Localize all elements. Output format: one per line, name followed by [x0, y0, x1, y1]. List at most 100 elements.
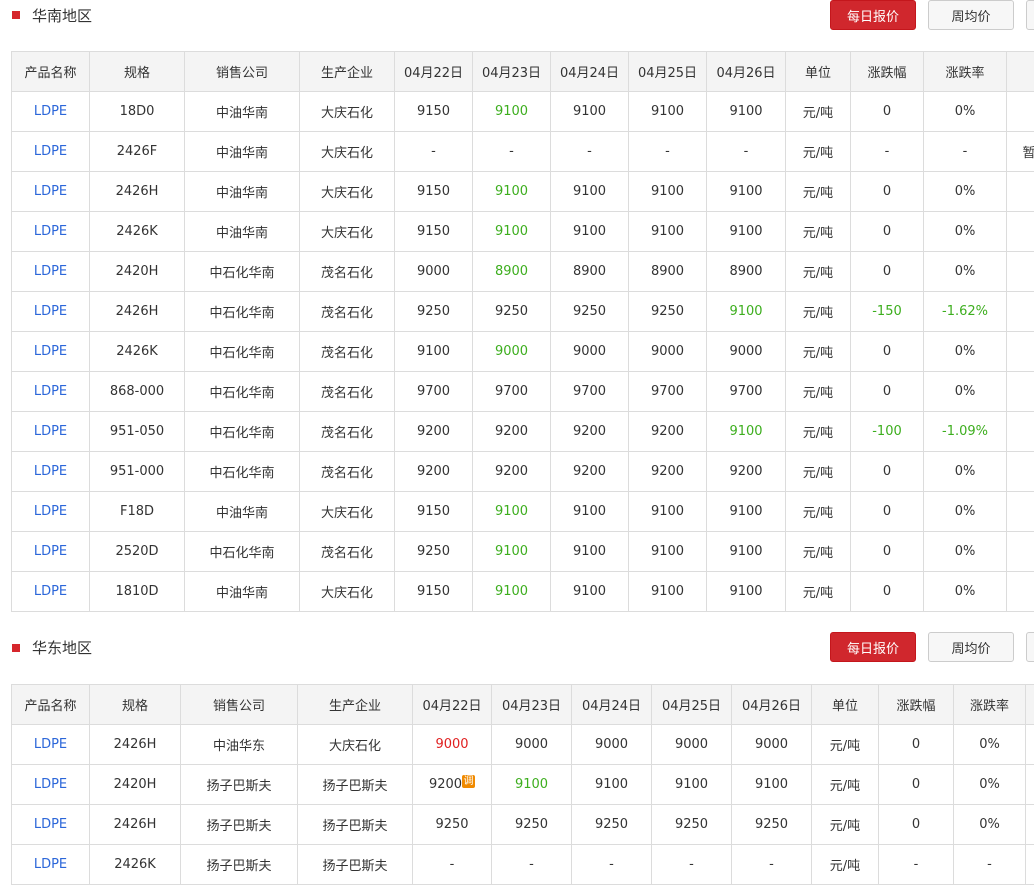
- product-name-link-text[interactable]: LDPE: [34, 184, 67, 199]
- price-cell: 9250: [651, 804, 732, 845]
- product-name-link[interactable]: LDPE: [11, 371, 90, 412]
- weekly-average-button[interactable]: 周均价: [928, 0, 1014, 30]
- product-name-link[interactable]: LDPE: [11, 844, 90, 885]
- change-rate-cell-text: 0%: [954, 584, 976, 599]
- producer-cell: 茂名石化: [299, 411, 395, 452]
- price-cell: -: [491, 844, 572, 885]
- change-amount-cell-text: -: [884, 144, 890, 159]
- product-name-link-text[interactable]: LDPE: [34, 544, 67, 559]
- change-rate-cell: 0%: [953, 724, 1026, 765]
- product-name-link[interactable]: LDPE: [11, 571, 90, 612]
- sales-company-cell-text: 中石化华南: [209, 426, 275, 441]
- product-name-link-text[interactable]: LDPE: [34, 584, 67, 599]
- price-cell: 8900: [550, 251, 629, 292]
- price-cell: 9150: [394, 211, 473, 252]
- product-name-link[interactable]: LDPE: [11, 764, 90, 805]
- price-cell: 9100: [394, 331, 473, 372]
- unit-cell: 元/吨: [785, 131, 851, 172]
- price-cell: 9200: [628, 451, 707, 492]
- sales-company-cell-text: 中油华东: [212, 739, 265, 754]
- product-name-link[interactable]: LDPE: [11, 411, 90, 452]
- price-cell-text: 8900: [650, 264, 685, 279]
- product-name-link-text[interactable]: LDPE: [34, 344, 67, 359]
- price-cell-text: 9100: [572, 184, 607, 199]
- unit-cell: 元/吨: [785, 491, 851, 532]
- daily-quote-button[interactable]: 每日报价: [830, 632, 916, 662]
- extra-cell: [1006, 371, 1034, 412]
- product-name-link-text[interactable]: LDPE: [34, 264, 67, 279]
- product-name-link[interactable]: LDPE: [11, 251, 90, 292]
- product-name-link[interactable]: LDPE: [11, 291, 90, 332]
- producer-cell-text: 大庆石化: [320, 226, 373, 241]
- price-cell-text: 9250: [416, 304, 451, 319]
- daily-quote-button[interactable]: 每日报价: [830, 0, 916, 30]
- price-cell: 9200: [550, 411, 629, 452]
- weekly-average-button[interactable]: 周均价: [928, 632, 1014, 662]
- product-name-link[interactable]: LDPE: [11, 724, 90, 765]
- price-cell-text: -: [689, 857, 694, 872]
- product-name-link-text[interactable]: LDPE: [34, 224, 67, 239]
- unit-cell: 元/吨: [785, 531, 851, 572]
- change-amount-cell-text: -100: [872, 424, 902, 439]
- product-name-link-text[interactable]: LDPE: [34, 104, 67, 119]
- product-name-link-text[interactable]: LDPE: [34, 464, 67, 479]
- product-name-link[interactable]: LDPE: [11, 804, 90, 845]
- spec-cell: 2426K: [89, 844, 181, 885]
- price-cell-text: -: [665, 144, 670, 159]
- product-name-link-text[interactable]: LDPE: [34, 737, 67, 752]
- producer-cell: 茂名石化: [299, 371, 395, 412]
- product-name-link-text[interactable]: LDPE: [34, 424, 67, 439]
- table-row: LDPE F18D 中油华南 大庆石化 9150 9100 9100 9100 9100 元/吨 0…: [11, 491, 1034, 532]
- price-cell: 9100: [706, 531, 786, 572]
- product-name-link[interactable]: LDPE: [11, 91, 90, 132]
- price-cell: 9100: [550, 571, 629, 612]
- sales-company-cell-text: 中油华南: [215, 586, 268, 601]
- section-marker: [12, 11, 20, 19]
- change-amount-cell: -100: [850, 411, 924, 452]
- producer-cell-text: 茂名石化: [320, 546, 373, 561]
- product-name-link[interactable]: LDPE: [11, 491, 90, 532]
- table-row: LDPE 951-000 中石化华南 茂名石化 9200 9200 9200 9200 9200…: [11, 451, 1034, 492]
- extra-cell: [1006, 211, 1034, 252]
- producer-cell-text: 茂名石化: [320, 306, 373, 321]
- price-cell-text: 9100: [594, 777, 629, 792]
- price-cell: 9100: [706, 411, 786, 452]
- product-name-link-text[interactable]: LDPE: [34, 384, 67, 399]
- price-cell-text: 9000: [729, 344, 763, 359]
- column-header: 04月24日: [571, 684, 652, 725]
- change-amount-cell: 0: [850, 531, 924, 572]
- more-button[interactable]: [1026, 0, 1034, 30]
- product-name-link[interactable]: LDPE: [11, 131, 90, 172]
- sales-company-cell: 中石化华南: [184, 531, 300, 572]
- price-cell-text: 9200: [494, 464, 529, 479]
- change-amount-cell: 0: [850, 491, 924, 532]
- sales-company-cell-text: 扬子巴斯夫: [206, 779, 272, 794]
- price-cell: 9100: [472, 571, 551, 612]
- producer-cell-text: 大庆石化: [320, 186, 373, 201]
- price-cell: 9000: [394, 251, 473, 292]
- price-cell: 9100: [628, 171, 707, 212]
- product-name-link-text[interactable]: LDPE: [34, 304, 67, 319]
- price-cell: 9100: [628, 531, 707, 572]
- change-amount-cell: -: [878, 844, 954, 885]
- product-name-link-text[interactable]: LDPE: [34, 777, 67, 792]
- product-name-link-text[interactable]: LDPE: [34, 817, 67, 832]
- product-name-link[interactable]: LDPE: [11, 331, 90, 372]
- product-name-link[interactable]: LDPE: [11, 171, 90, 212]
- price-cell-text: 9200: [650, 464, 685, 479]
- price-cell-text: 9000: [494, 344, 529, 359]
- price-cell: 9150: [394, 91, 473, 132]
- price-cell-text: 8900: [494, 264, 529, 279]
- column-header: 04月22日: [394, 51, 473, 92]
- product-name-link-text[interactable]: LDPE: [34, 504, 67, 519]
- product-name-link-text[interactable]: LDPE: [34, 144, 67, 159]
- column-header: 涨跌率: [923, 51, 1007, 92]
- price-cell-text: 9700: [572, 384, 607, 399]
- change-rate-cell: 0%: [953, 804, 1026, 845]
- product-name-link[interactable]: LDPE: [11, 211, 90, 252]
- product-name-link[interactable]: LDPE: [11, 451, 90, 492]
- spec-cell: 2420H: [89, 251, 185, 292]
- more-button[interactable]: [1026, 632, 1034, 662]
- product-name-link[interactable]: LDPE: [11, 531, 90, 572]
- product-name-link-text[interactable]: LDPE: [34, 857, 67, 872]
